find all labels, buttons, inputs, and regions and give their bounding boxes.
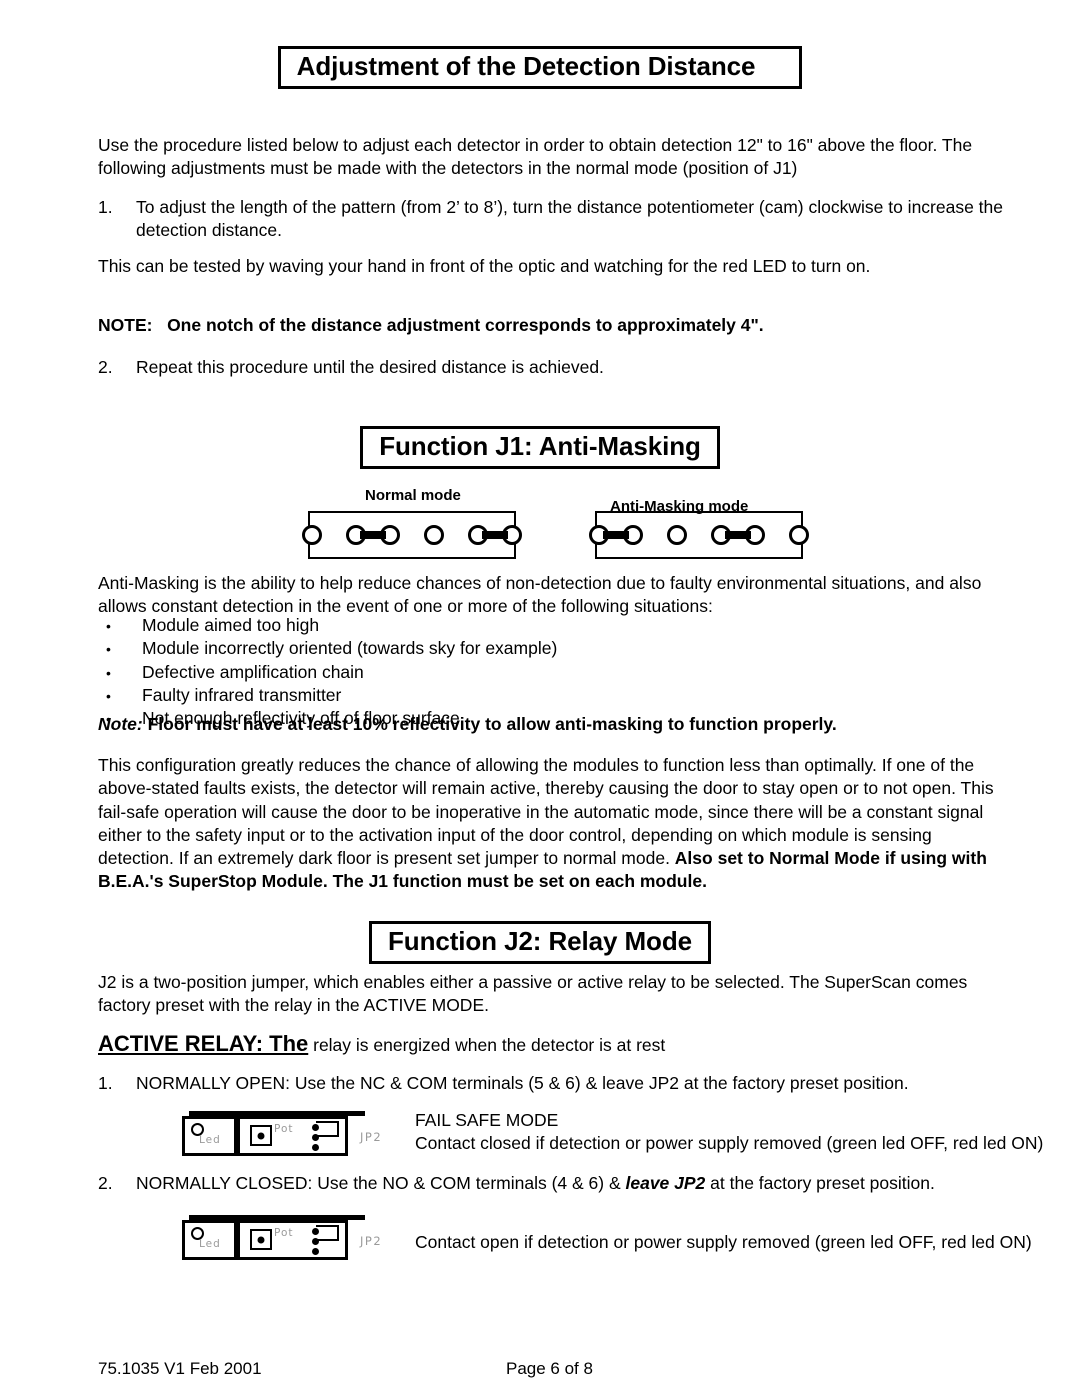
potentiometer-icon <box>250 1125 272 1146</box>
pcb-diagram-normally-open: Led Pot JP2 <box>182 1111 388 1160</box>
list-item: • Module incorrectly oriented (towards s… <box>98 637 1010 660</box>
section-heading-detection-distance: Adjustment of the Detection Distance <box>0 46 1080 90</box>
jumper-pin-row-normal <box>302 525 522 545</box>
section-heading-text: Adjustment of the Detection Distance <box>277 46 803 90</box>
relay-item-2-text-post: at the factory preset position. <box>705 1173 935 1193</box>
section-heading-j2-text: Function J2: Relay Mode <box>369 921 711 965</box>
relay-item-2-text-pre: NORMALLY CLOSED: Use the NO & COM termin… <box>136 1173 626 1193</box>
list-item: • Module aimed too high <box>98 614 1010 637</box>
potentiometer-icon <box>250 1229 272 1250</box>
list-item-text: Module incorrectly oriented (towards sky… <box>142 638 558 659</box>
pcb-led-section: Led <box>185 1223 237 1257</box>
fail-safe-title: FAIL SAFE MODE <box>415 1110 559 1130</box>
step-2-number: 2. <box>98 357 113 377</box>
jumper-shunt-bar <box>603 531 629 539</box>
jumper-pin-pair-bridged <box>468 525 522 545</box>
active-relay-rest: relay is energized when the detector is … <box>308 1035 666 1055</box>
list-item-text: Defective amplification chain <box>142 661 364 682</box>
relay-item-1-text: NORMALLY OPEN: Use the NC & COM terminal… <box>136 1073 909 1093</box>
jumper-shunt-bar <box>360 531 386 539</box>
fail-safe-block: FAIL SAFE MODE Contact closed if detecti… <box>415 1109 1055 1156</box>
anti-masking-note: Note: Floor must have at least 10% refle… <box>98 713 1010 736</box>
jumper-pin-open <box>424 525 444 545</box>
jumper-pin-pair-bridged <box>589 525 643 545</box>
anti-masking-explanation: This configuration greatly reduces the c… <box>98 754 1010 894</box>
step-1: 1. To adjust the length of the pattern (… <box>98 196 1010 243</box>
footer-page-number: Page 6 of 8 <box>506 1359 593 1378</box>
anti-masking-intro: Anti-Masking is the ability to help redu… <box>98 573 982 617</box>
jumper-label-normal-mode: Normal mode <box>365 487 461 504</box>
relay-mode-intro-block: J2 is a two-position jumper, which enabl… <box>98 971 1010 1018</box>
note-label: NOTE: <box>98 315 153 335</box>
note-text: One notch of the distance adjustment cor… <box>167 315 764 335</box>
jumper-diagram-anti-masking-mode <box>589 511 809 559</box>
jumper-pin-open <box>789 525 809 545</box>
intro-paragraph-block: Use the procedure listed below to adjust… <box>98 134 1010 181</box>
relay-item-1-number: 1. <box>98 1073 113 1093</box>
relay-item-1: 1. NORMALLY OPEN: Use the NC & COM termi… <box>98 1072 1010 1095</box>
list-item: • Faulty infrared transmitter <box>98 684 1010 707</box>
step-2: 2. Repeat this procedure until the desir… <box>98 356 1010 379</box>
pcb-pot-label: Pot <box>274 1123 294 1135</box>
section-heading-function-j2: Function J2: Relay Mode <box>0 921 1080 965</box>
step-1-substep: This can be tested by waving your hand i… <box>98 255 1010 278</box>
pcb-pot-label: Pot <box>274 1227 294 1239</box>
relay-item-2: 2. NORMALLY CLOSED: Use the NO & COM ter… <box>98 1172 1010 1195</box>
step-1-text: To adjust the length of the pattern (fro… <box>136 197 1004 241</box>
step-1-sub-text: This can be tested by waving your hand i… <box>98 256 871 276</box>
jumper-diagram-labels: Normal mode Anti-Masking mode <box>98 487 1010 515</box>
jp2-shunt-icon <box>316 1225 339 1241</box>
jumper-pin-row-anti-masking <box>589 525 809 545</box>
relay-mode-intro: J2 is a two-position jumper, which enabl… <box>98 972 968 1016</box>
list-item-text: Module aimed too high <box>142 615 320 635</box>
active-relay-lead: ACTIVE RELAY: The <box>98 1031 309 1056</box>
pcb-main-section: Pot <box>237 1119 345 1153</box>
jumper-pin-pair-bridged <box>711 525 765 545</box>
jp2-shunt-icon <box>316 1121 339 1137</box>
pcb-jp2-label: JP2 <box>360 1234 383 1248</box>
note-text-2: Floor must have at least 10% reflectivit… <box>147 714 837 734</box>
pcb-board: Led Pot <box>182 1215 365 1260</box>
active-relay-line: ACTIVE RELAY: The relay is energized whe… <box>98 1029 1010 1058</box>
pcb-main-section: Pot <box>237 1223 345 1257</box>
jumper-diagram-normal-mode <box>302 511 522 559</box>
footer-document-id: 75.1035 V1 Feb 2001 <box>98 1359 262 1378</box>
note-label-2: Note: <box>98 714 143 734</box>
pcb-jp2-label: JP2 <box>360 1130 383 1144</box>
pcb-board: Led Pot <box>182 1111 365 1156</box>
pcb-led-section: Led <box>185 1119 237 1153</box>
relay-item-2-number: 2. <box>98 1173 113 1193</box>
jp2-pin-3 <box>312 1144 319 1151</box>
pcb-led-label: Led <box>199 1238 221 1250</box>
document-page: Adjustment of the Detection Distance Use… <box>0 0 1080 1397</box>
anti-masking-intro-block: Anti-Masking is the ability to help redu… <box>98 572 1010 619</box>
list-item: • Defective amplification chain <box>98 661 1010 684</box>
bullet-glyph: • <box>106 664 111 681</box>
jumper-shunt-bar <box>482 531 508 539</box>
bullet-glyph: • <box>106 641 111 658</box>
jumper-pin-open <box>667 525 687 545</box>
relay-item-2-text-bold: leave JP2 <box>625 1173 706 1193</box>
bullet-glyph: • <box>106 687 111 704</box>
list-item-text: Faulty infrared transmitter <box>142 684 342 705</box>
jumper-shunt-bar <box>725 531 751 539</box>
fail-safe-text: Contact closed if detection or power sup… <box>415 1133 1044 1154</box>
section-heading-j1-text: Function J1: Anti-Masking <box>360 426 720 470</box>
jumper-pin-open <box>302 525 322 545</box>
pcb-led-label: Led <box>199 1134 221 1146</box>
step-1-number: 1. <box>98 197 113 217</box>
jp2-pin-3 <box>312 1248 319 1255</box>
bullet-glyph: • <box>106 618 111 634</box>
contact-open-text: Contact open if detection or power suppl… <box>415 1232 1032 1252</box>
step-2-text: Repeat this procedure until the desired … <box>136 357 604 377</box>
intro-paragraph: Use the procedure listed below to adjust… <box>98 135 973 179</box>
jumper-pin-pair-bridged <box>346 525 400 545</box>
note-block-1: NOTE: One notch of the distance adjustme… <box>98 314 1010 337</box>
pcb-diagram-normally-closed: Led Pot JP2 <box>182 1215 388 1264</box>
section-heading-function-j1: Function J1: Anti-Masking <box>0 426 1080 470</box>
